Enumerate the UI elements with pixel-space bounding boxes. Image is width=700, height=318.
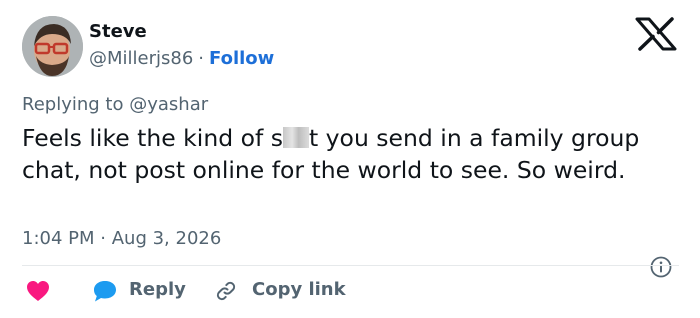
- timestamp[interactable]: 1:04 PM · Aug 3, 2026: [22, 228, 221, 249]
- x-logo-icon[interactable]: [634, 17, 678, 51]
- reply-bubble-icon[interactable]: [92, 279, 118, 303]
- author-name[interactable]: Steve: [89, 21, 147, 42]
- copy-link-button[interactable]: Copy link: [252, 279, 346, 300]
- divider: [22, 265, 679, 266]
- info-icon[interactable]: [650, 256, 672, 278]
- avatar[interactable]: [22, 16, 83, 77]
- tweet-text: Feels like the kind of st you send in a …: [22, 122, 682, 186]
- separator-dot: ·: [198, 48, 205, 69]
- author-handle[interactable]: @Millerjs86: [89, 48, 193, 69]
- heart-icon[interactable]: [26, 280, 50, 302]
- avatar-image: [22, 16, 83, 77]
- replying-to-mention[interactable]: @yashar: [129, 94, 208, 115]
- censored-blur: [282, 127, 309, 148]
- link-icon[interactable]: [214, 279, 238, 303]
- replying-to-prefix: Replying to: [22, 94, 124, 115]
- tweet-text-part1: Feels like the kind of s: [22, 124, 283, 152]
- timestamp-separator: ·: [100, 228, 106, 249]
- action-bar: Reply Copy link: [22, 278, 682, 304]
- timestamp-date: Aug 3, 2026: [111, 228, 222, 249]
- reply-button[interactable]: Reply: [129, 279, 186, 300]
- replying-to: Replying to @yashar: [22, 94, 208, 115]
- author-handle-row: @Millerjs86 · Follow: [89, 48, 274, 69]
- timestamp-time: 1:04 PM: [22, 228, 95, 249]
- follow-button[interactable]: Follow: [209, 48, 274, 69]
